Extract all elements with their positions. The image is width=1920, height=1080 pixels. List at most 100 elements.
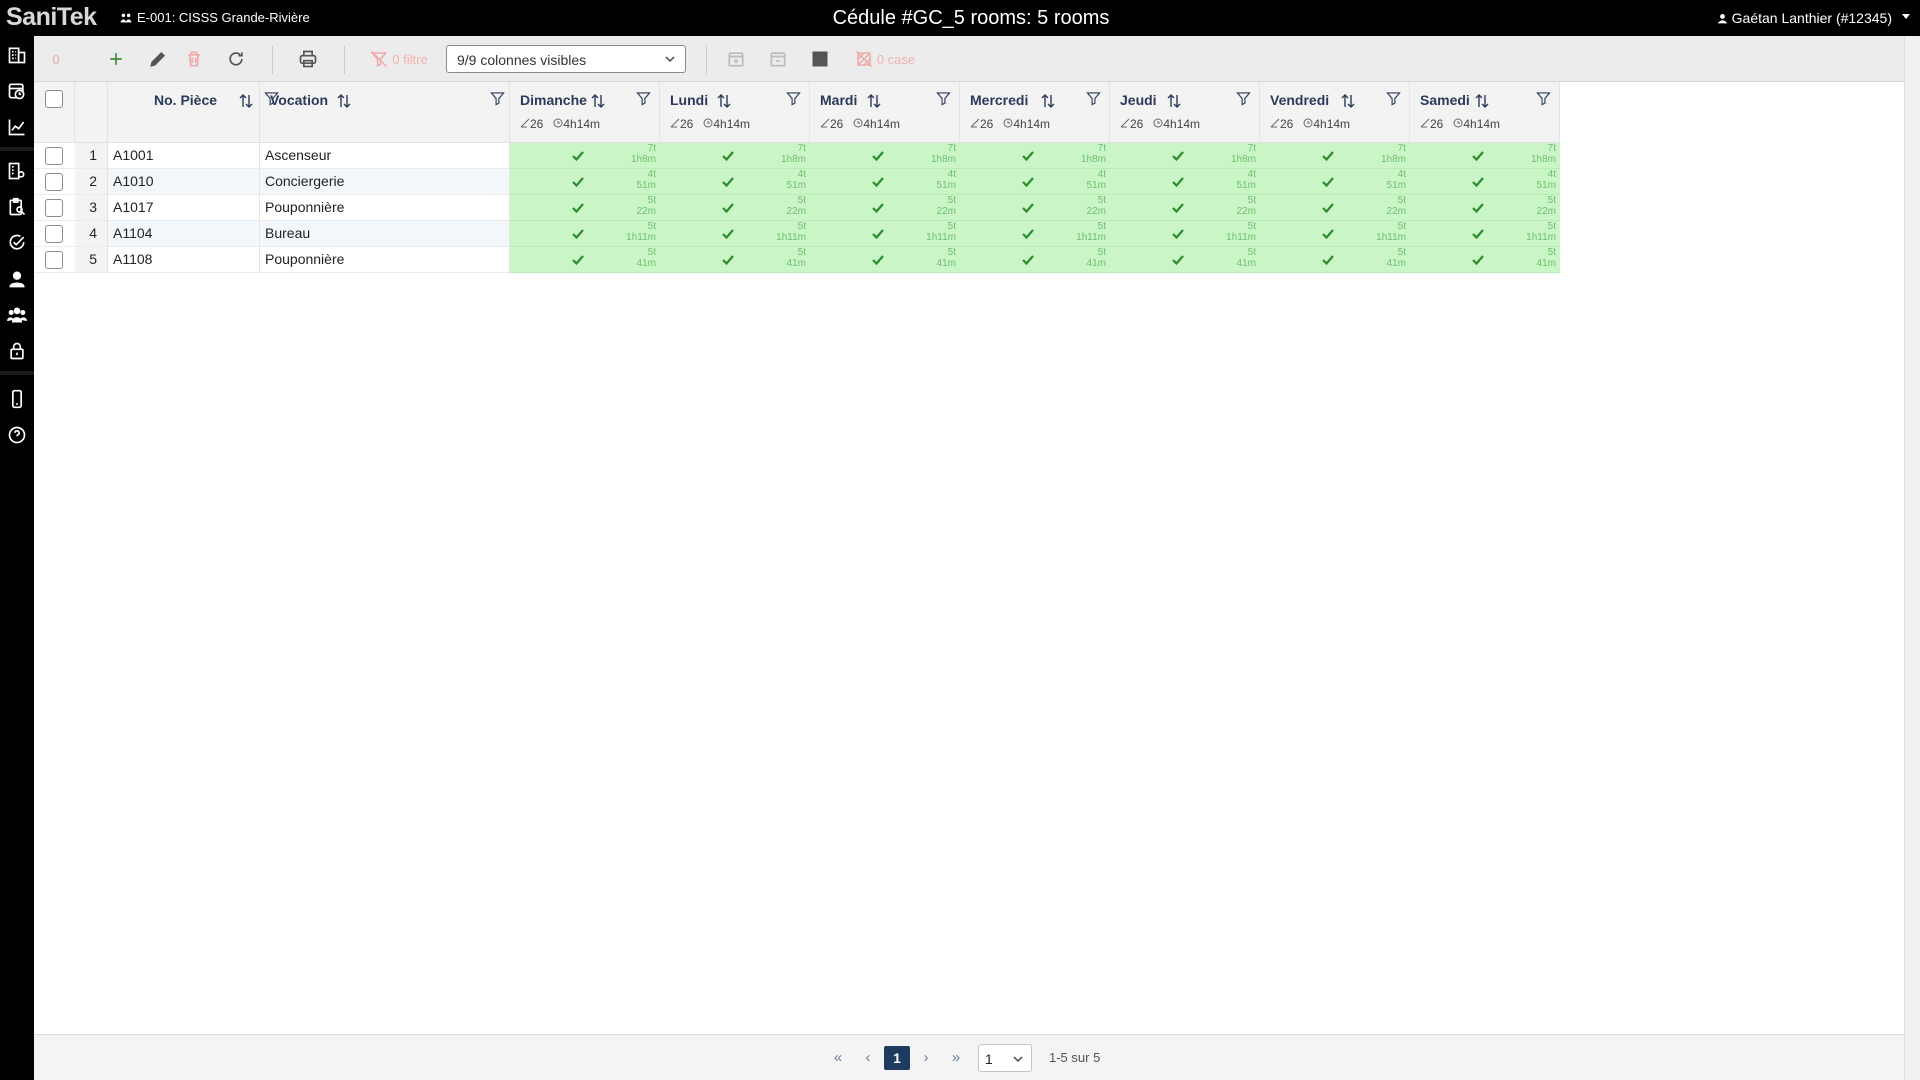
day-column-header[interactable]: Vendredi 26 4h14m — [1260, 82, 1410, 143]
schedule-cell[interactable]: 5t 41m — [1260, 247, 1410, 273]
print-button[interactable] — [288, 36, 328, 82]
filter-icon[interactable] — [786, 91, 801, 106]
schedule-cell[interactable]: 5t 1h11m — [810, 221, 960, 247]
user-menu[interactable]: Gaétan Lanthier (#12345) — [1717, 10, 1892, 26]
select-all-checkbox[interactable] — [45, 90, 63, 108]
filter-icon[interactable] — [1086, 91, 1101, 106]
vocation-cell[interactable]: Conciergerie — [260, 169, 510, 195]
schedule-cell[interactable]: 4t 51m — [960, 169, 1110, 195]
nav-stats[interactable] — [0, 110, 34, 144]
add-day-button[interactable] — [716, 36, 756, 82]
nav-buildings[interactable] — [0, 38, 34, 72]
schedule-cell[interactable]: 5t 1h11m — [1260, 221, 1410, 247]
room-cell[interactable]: A1017 — [108, 195, 260, 221]
grid-view-button[interactable] — [800, 36, 840, 82]
schedule-cell[interactable]: 5t 22m — [1260, 195, 1410, 221]
schedule-cell[interactable]: 5t 1h11m — [510, 221, 660, 247]
next-page-button[interactable]: › — [916, 1047, 936, 1067]
schedule-cell[interactable]: 7t 1h8m — [660, 143, 810, 169]
vocation-cell[interactable]: Pouponnière — [260, 195, 510, 221]
sort-icon[interactable] — [1166, 93, 1182, 109]
schedule-cell[interactable]: 5t 1h11m — [1110, 221, 1260, 247]
nav-mobile[interactable] — [0, 382, 34, 416]
schedule-cell[interactable]: 5t 1h11m — [960, 221, 1110, 247]
vocation-cell[interactable]: Bureau — [260, 221, 510, 247]
room-cell[interactable]: A1108 — [108, 247, 260, 273]
schedule-cell[interactable]: 5t 22m — [960, 195, 1110, 221]
sort-icon[interactable] — [238, 93, 254, 109]
schedule-cell[interactable]: 5t 22m — [810, 195, 960, 221]
table-row[interactable]: 4 A1104 Bureau 5t 1h11m 5t 1h11m 5t 1h11m 5t 1h11m… — [34, 221, 1560, 247]
row-checkbox[interactable] — [45, 225, 63, 243]
table-row[interactable]: 5 A1108 Pouponnière 5t 41m 5t 41m 5t 41m 5t 41m 5t 4… — [34, 247, 1560, 273]
sort-icon[interactable] — [716, 93, 732, 109]
table-row[interactable]: 3 A1017 Pouponnière 5t 22m 5t 22m 5t 22m 5t 22m 5t 2… — [34, 195, 1560, 221]
schedule-cell[interactable]: 5t 22m — [1410, 195, 1560, 221]
clear-filter-button[interactable]: 0 filtre — [364, 36, 434, 82]
row-checkbox[interactable] — [45, 199, 63, 217]
filter-icon[interactable] — [1386, 91, 1401, 106]
day-column-header[interactable]: Samedi 26 4h14m — [1410, 82, 1560, 143]
day-column-header[interactable]: Jeudi 26 4h14m — [1110, 82, 1260, 143]
day-column-header[interactable]: Dimanche 26 4h14m — [510, 82, 660, 143]
room-column-header[interactable]: No. Pièce — [108, 82, 279, 143]
schedule-cell[interactable]: 5t 22m — [660, 195, 810, 221]
nav-user[interactable] — [0, 262, 34, 296]
filter-icon[interactable] — [936, 91, 951, 106]
clear-cases-button[interactable]: 0 case — [850, 36, 920, 82]
sort-icon[interactable] — [1474, 93, 1490, 109]
table-row[interactable]: 1 A1001 Ascenseur 7t 1h8m 7t 1h8m 7t 1h8m 7t 1h8m 7… — [34, 143, 1560, 169]
refresh-button[interactable] — [216, 36, 256, 82]
schedule-cell[interactable]: 4t 51m — [810, 169, 960, 195]
nav-help[interactable] — [0, 418, 34, 452]
row-checkbox[interactable] — [45, 147, 63, 165]
schedule-cell[interactable]: 4t 51m — [1110, 169, 1260, 195]
schedule-cell[interactable]: 5t 1h11m — [1410, 221, 1560, 247]
nav-security[interactable] — [0, 334, 34, 368]
filter-icon[interactable] — [1236, 91, 1251, 106]
schedule-cell[interactable]: 5t 41m — [960, 247, 1110, 273]
sort-icon[interactable] — [336, 93, 352, 109]
schedule-cell[interactable]: 5t 1h11m — [660, 221, 810, 247]
sort-icon[interactable] — [590, 93, 606, 109]
schedule-cell[interactable]: 4t 51m — [1410, 169, 1560, 195]
room-cell[interactable]: A1104 — [108, 221, 260, 247]
filter-icon[interactable] — [1536, 91, 1551, 106]
first-page-button[interactable]: « — [828, 1047, 848, 1067]
day-column-header[interactable]: Lundi 26 4h14m — [660, 82, 810, 143]
sort-icon[interactable] — [1040, 93, 1056, 109]
nav-rooms[interactable] — [0, 154, 34, 188]
last-page-button[interactable]: » — [946, 1047, 966, 1067]
nav-inspection[interactable] — [0, 190, 34, 224]
chevron-down-icon[interactable] — [1902, 14, 1910, 19]
page-select[interactable]: 1 — [978, 1044, 1032, 1072]
table-row[interactable]: 2 A1010 Conciergerie 4t 51m 4t 51m 4t 51m 4t 51m 4t… — [34, 169, 1560, 195]
edit-button[interactable] — [138, 36, 178, 82]
day-column-header[interactable]: Mardi 26 4h14m — [810, 82, 960, 143]
previous-page-button[interactable]: ‹ — [858, 1047, 878, 1067]
room-cell[interactable]: A1001 — [108, 143, 260, 169]
schedule-cell[interactable]: 7t 1h8m — [1410, 143, 1560, 169]
filter-icon[interactable] — [636, 91, 651, 106]
room-cell[interactable]: A1010 — [108, 169, 260, 195]
schedule-cell[interactable]: 5t 41m — [510, 247, 660, 273]
delete-button[interactable] — [174, 36, 214, 82]
vocation-cell[interactable]: Ascenseur — [260, 143, 510, 169]
schedule-cell[interactable]: 5t 41m — [1110, 247, 1260, 273]
schedule-cell[interactable]: 7t 1h8m — [1260, 143, 1410, 169]
schedule-cell[interactable]: 7t 1h8m — [1110, 143, 1260, 169]
schedule-cell[interactable]: 5t 41m — [660, 247, 810, 273]
nav-schedule[interactable] — [0, 74, 34, 108]
nav-teams[interactable] — [0, 298, 34, 332]
remove-day-button[interactable] — [758, 36, 798, 82]
nav-validation[interactable] — [0, 226, 34, 260]
schedule-cell[interactable]: 4t 51m — [510, 169, 660, 195]
schedule-cell[interactable]: 5t 22m — [510, 195, 660, 221]
schedule-cell[interactable]: 4t 51m — [660, 169, 810, 195]
schedule-cell[interactable]: 5t 41m — [1410, 247, 1560, 273]
columns-visible-select[interactable]: 9/9 colonnes visibles — [446, 45, 686, 73]
row-checkbox[interactable] — [45, 251, 63, 269]
current-page-button[interactable]: 1 — [884, 1046, 910, 1070]
sort-icon[interactable] — [866, 93, 882, 109]
sort-icon[interactable] — [1340, 93, 1356, 109]
